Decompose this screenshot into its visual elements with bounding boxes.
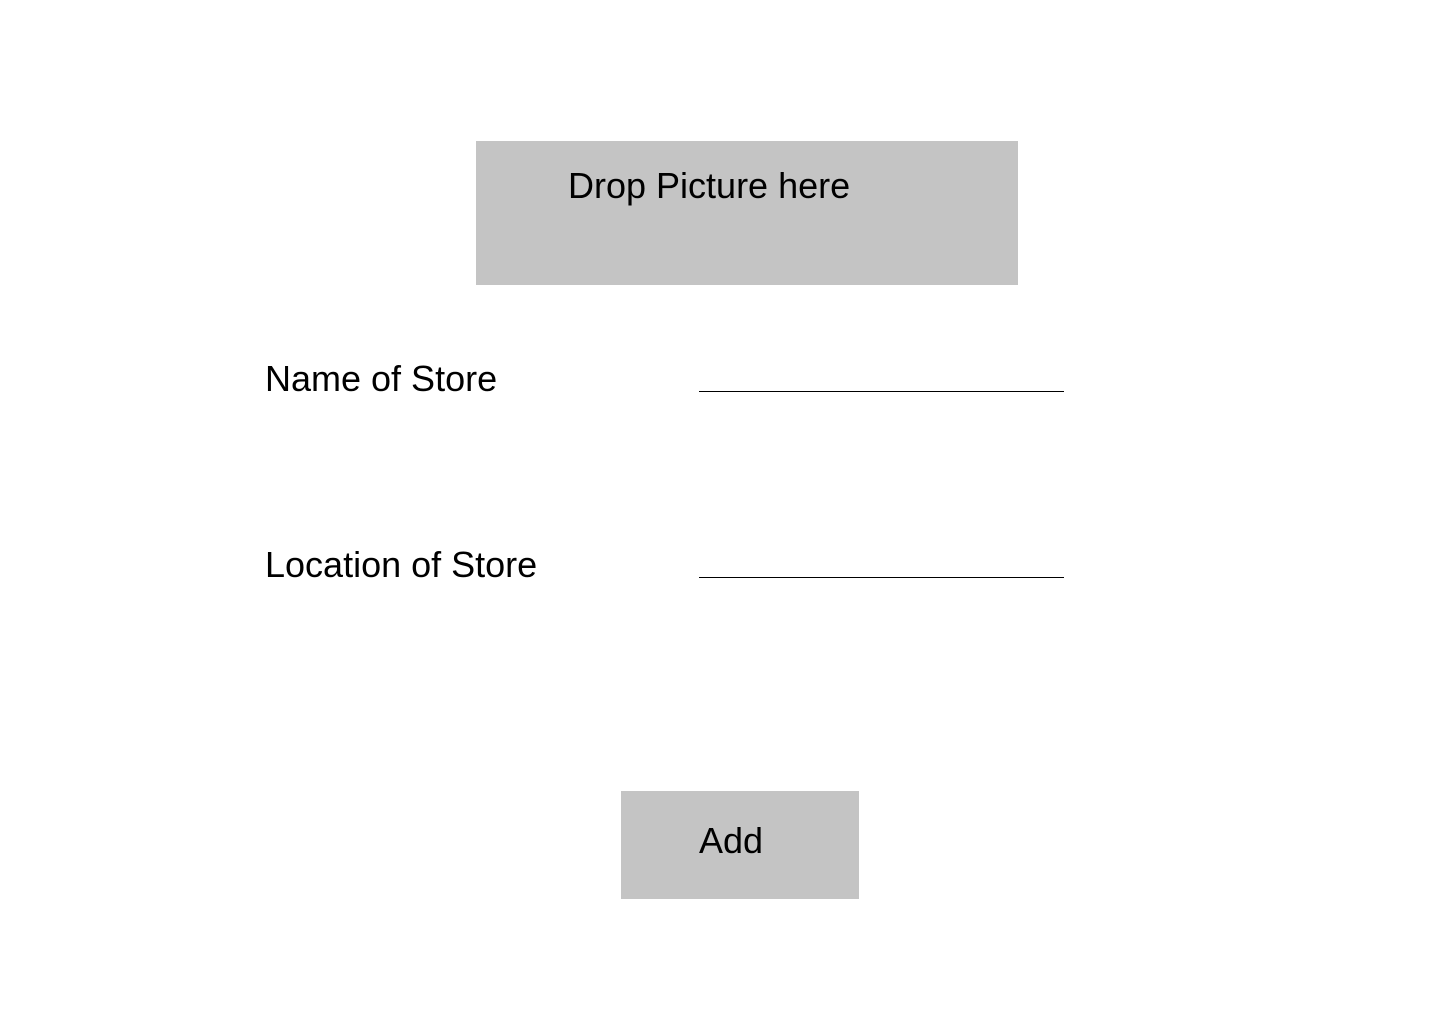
store-location-label: Location of Store (265, 544, 538, 585)
store-location-input[interactable] (699, 541, 1064, 578)
store-name-input[interactable] (699, 355, 1064, 392)
dropzone-label: Drop Picture here (568, 165, 851, 206)
add-button[interactable]: Add (621, 791, 859, 899)
add-button-label: Add (699, 820, 764, 861)
store-name-label: Name of Store (265, 358, 498, 399)
picture-dropzone[interactable]: Drop Picture here (476, 141, 1018, 285)
